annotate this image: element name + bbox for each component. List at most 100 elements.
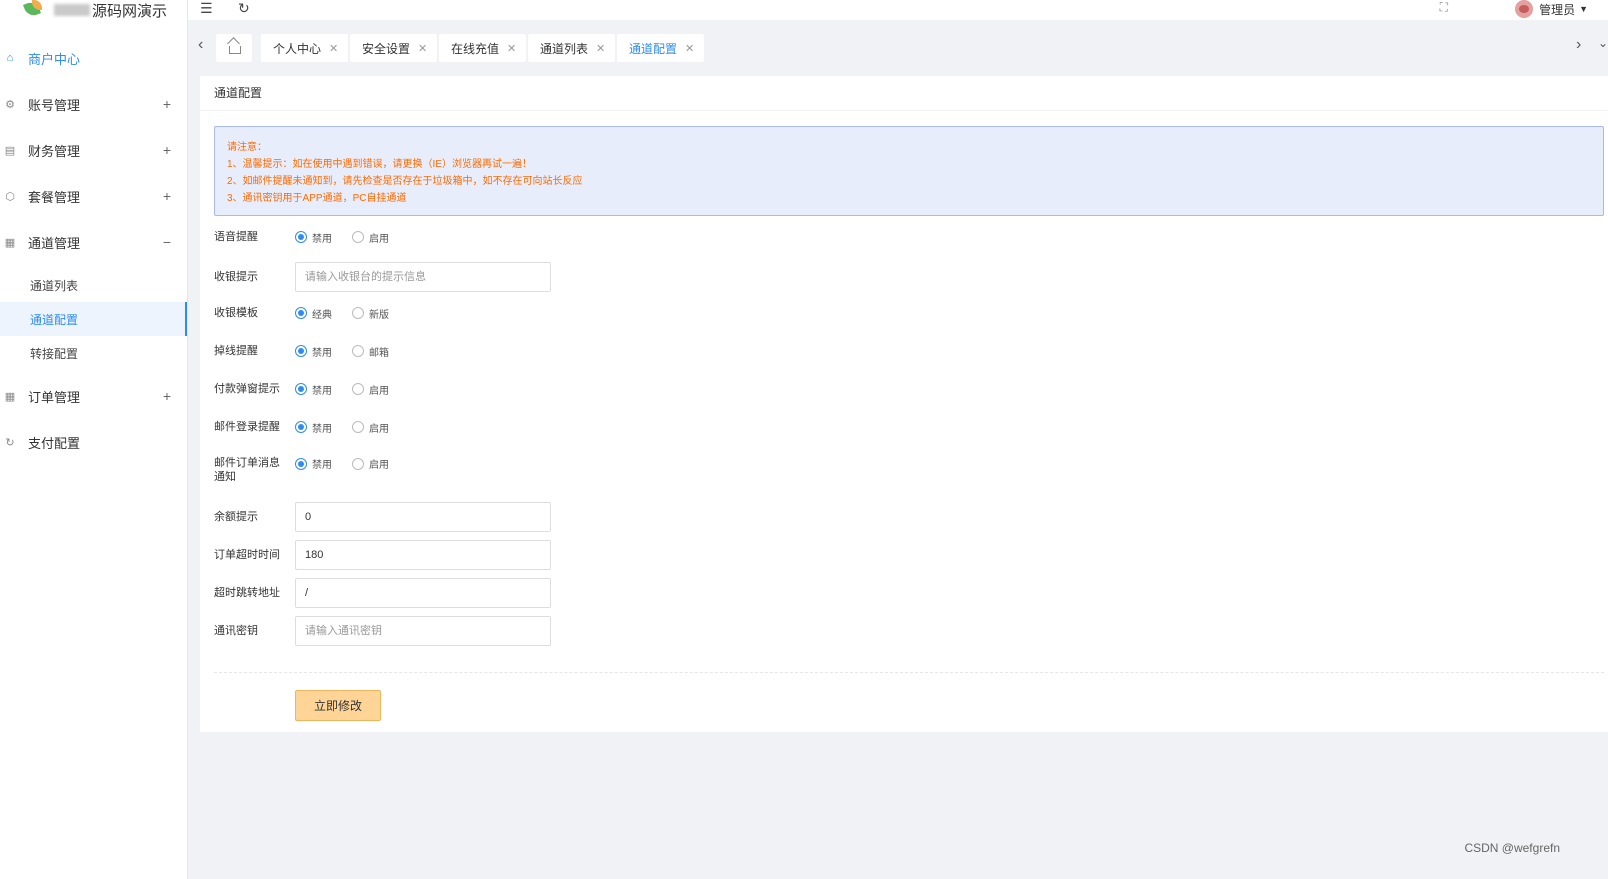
notice-line: 3、通讯密钥用于APP通道，PC自挂通道 — [227, 193, 407, 204]
tab-channel-list[interactable]: 通道列表 ✕ — [528, 34, 616, 62]
tab-security[interactable]: 安全设置 ✕ — [350, 34, 438, 62]
submit-button[interactable]: 立即修改 — [295, 690, 381, 721]
field-label: 收银提示 — [214, 271, 258, 283]
radio-dot — [295, 383, 307, 395]
caret-down-icon: ▼ — [1579, 4, 1588, 14]
tabs-prev-icon[interactable]: ‹ — [198, 36, 203, 54]
sidebar-item-orders[interactable]: ▦ 订单管理 + — [0, 376, 187, 416]
close-icon[interactable]: ✕ — [329, 42, 338, 55]
radio-dot — [295, 421, 307, 433]
tab-channel-config[interactable]: 通道配置 ✕ — [617, 34, 705, 62]
radio-label: 启用 — [369, 385, 389, 397]
channel-icon: ▦ — [4, 236, 16, 249]
logo[interactable]: 源码网演示 — [22, 0, 167, 20]
tab-recharge[interactable]: 在线充值 ✕ — [439, 34, 527, 62]
expand-icon: + — [162, 142, 171, 158]
notice-box: 请注意： 1、温馨提示：如在使用中遇到错误，请更换（IE）浏览器再试一遍！ 2、… — [214, 126, 1604, 216]
form-row-pay-popup: 付款弹窗提示 禁用 启用 — [214, 378, 1604, 400]
radio-popup-disable[interactable]: 禁用 — [295, 382, 332, 397]
sidebar-item-channel[interactable]: ▦ 通道管理 − — [0, 222, 187, 262]
tabs-next-icon[interactable]: › — [1576, 36, 1581, 54]
form-row-mail-order: 邮件订单消息通知 禁用 启用 — [214, 456, 1604, 486]
radio-voice-enable[interactable]: 启用 — [352, 230, 389, 245]
radio-label: 经典 — [312, 309, 332, 321]
radio-popup-enable[interactable]: 启用 — [352, 382, 389, 397]
balance-tip-input[interactable] — [295, 502, 551, 532]
radio-dot — [352, 457, 364, 470]
radio-dot — [352, 421, 364, 433]
radio-mail-order-disable[interactable]: 禁用 — [295, 456, 332, 471]
divider — [200, 110, 1608, 111]
page-title: 通道配置 — [214, 86, 263, 100]
radio-label: 邮箱 — [369, 347, 389, 359]
sidebar-item-package[interactable]: ⬡ 套餐管理 + — [0, 176, 187, 216]
radio-label: 禁用 — [312, 423, 332, 435]
user-menu[interactable]: 管理员 ▼ — [1515, 0, 1588, 18]
tab-home[interactable] — [216, 34, 252, 62]
expand-icon: + — [162, 388, 171, 404]
sidebar-item-pay-config[interactable]: ↻ 支付配置 — [0, 422, 187, 462]
tab-label: 个人中心 — [273, 41, 322, 56]
app-title: 源码网演示 — [92, 2, 168, 20]
timeout-redirect-input[interactable] — [295, 578, 551, 608]
sidebar-subitem-channel-config[interactable]: 通道配置 — [0, 302, 187, 336]
config-card: 通道配置 请注意： 1、温馨提示：如在使用中遇到错误，请更换（IE）浏览器再试一… — [200, 76, 1608, 732]
form-row-cashier-template: 收银模板 经典 新版 — [214, 302, 1604, 324]
logo-icon — [22, 0, 46, 20]
sidebar-item-label: 支付配置 — [28, 435, 81, 451]
radio-voice-disable[interactable]: 禁用 — [295, 230, 332, 245]
close-icon[interactable]: ✕ — [685, 42, 694, 55]
form-row-offline: 掉线提醒 禁用 邮箱 — [214, 340, 1604, 362]
form-row-balance-tip: 余额提示 — [214, 502, 1604, 532]
form-row-order-timeout: 订单超时时间 — [214, 540, 1604, 570]
close-icon[interactable]: ✕ — [596, 42, 605, 55]
order-timeout-input[interactable] — [295, 540, 551, 570]
radio-label: 禁用 — [312, 233, 332, 245]
field-label: 超时跳转地址 — [214, 587, 280, 599]
form-row-voice: 语音提醒 禁用 启用 — [214, 226, 1604, 248]
sidebar-item-merchant-center[interactable]: ⌂ 商户中心 — [0, 38, 187, 78]
radio-dot — [352, 307, 364, 319]
package-icon: ⬡ — [5, 190, 15, 203]
tab-label: 在线充值 — [451, 41, 500, 56]
tab-label: 通道列表 — [540, 41, 589, 56]
notice-heading: 请注意： — [227, 142, 267, 153]
radio-mail-login-disable[interactable]: 禁用 — [295, 420, 332, 435]
close-icon[interactable]: ✕ — [418, 42, 427, 55]
radio-offline-disable[interactable]: 禁用 — [295, 344, 332, 359]
field-label: 订单超时时间 — [214, 549, 280, 561]
radio-label: 启用 — [369, 423, 389, 435]
expand-icon: + — [162, 96, 171, 112]
tab-label: 安全设置 — [362, 41, 411, 56]
tab-personal-center[interactable]: 个人中心 ✕ — [261, 34, 349, 62]
sidebar-item-finance[interactable]: ▤ 财务管理 + — [0, 130, 187, 170]
sidebar-item-account[interactable]: ⚙ 账号管理 + — [0, 84, 187, 124]
field-label: 掉线提醒 — [214, 345, 258, 357]
cashier-tip-input[interactable] — [295, 262, 551, 292]
logo-blurred-text — [54, 4, 90, 16]
radio-dot — [352, 383, 364, 395]
field-label: 收银模板 — [214, 307, 258, 319]
radio-label: 新版 — [369, 309, 389, 321]
menu-toggle-icon[interactable]: ☰ — [200, 0, 213, 17]
radio-template-classic[interactable]: 经典 — [295, 306, 332, 321]
radio-dot — [352, 231, 364, 243]
sidebar-item-label: 订单管理 — [28, 389, 81, 405]
radio-mail-order-enable[interactable]: 启用 — [352, 456, 389, 471]
refresh-icon[interactable]: ↻ — [238, 0, 250, 17]
radio-label: 启用 — [369, 233, 389, 245]
tabs-more-icon[interactable]: ⌄ — [1598, 36, 1608, 50]
radio-template-new[interactable]: 新版 — [352, 306, 389, 321]
user-name: 管理员 — [1539, 2, 1576, 17]
close-icon[interactable]: ✕ — [507, 42, 516, 55]
radio-label: 启用 — [369, 460, 389, 471]
radio-offline-email[interactable]: 邮箱 — [352, 344, 389, 359]
form-row-timeout-redirect: 超时跳转地址 — [214, 578, 1604, 608]
sidebar-subitem-channel-list[interactable]: 通道列表 — [0, 268, 187, 302]
sidebar-subitem-transfer-config[interactable]: 转接配置 — [0, 336, 187, 370]
top-bar: ☰ ↻ ⛶ 管理员 ▼ — [188, 0, 1608, 20]
radio-mail-login-enable[interactable]: 启用 — [352, 420, 389, 435]
secret-input[interactable] — [295, 616, 551, 646]
fullscreen-icon[interactable]: ⛶ — [1440, 0, 1448, 15]
divider — [214, 672, 1604, 673]
